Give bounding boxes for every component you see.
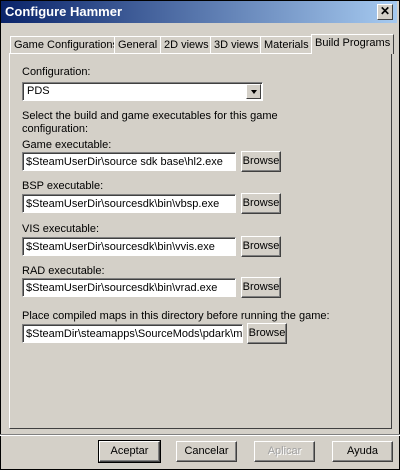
configuration-value: PDS — [27, 85, 50, 97]
rad-executable-field[interactable]: $SteamUserDir\sourcesdk\bin\vrad.exe — [22, 278, 236, 297]
help-button[interactable]: Ayuda — [332, 441, 393, 462]
game-executable-field[interactable]: $SteamUserDir\source sdk base\hl2.exe — [22, 152, 236, 171]
close-icon[interactable]: ✕ — [377, 4, 393, 20]
rad-executable-label: RAD executable: — [22, 265, 105, 277]
tab-general[interactable]: General — [114, 36, 162, 54]
maps-directory-field[interactable]: $SteamDir\steamapps\SourceMods\pdark\map… — [22, 324, 243, 343]
apply-button[interactable]: Aplicar — [254, 441, 315, 462]
tab-game-configurations[interactable]: Game Configurations — [10, 36, 122, 54]
vis-executable-browse-button[interactable]: Browse — [241, 236, 281, 257]
game-executable-label: Game executable: — [22, 139, 112, 151]
tab-2d-views[interactable]: 2D views — [160, 36, 213, 54]
vis-executable-field[interactable]: $SteamUserDir\sourcesdk\bin\vvis.exe — [22, 237, 236, 256]
cancel-button[interactable]: Cancelar — [176, 441, 237, 462]
bsp-executable-browse-button[interactable]: Browse — [241, 193, 281, 214]
rad-executable-browse-button[interactable]: Browse — [241, 277, 281, 298]
tab-3d-views[interactable]: 3D views — [210, 36, 263, 54]
title-bar[interactable]: Configure Hammer ✕ — [1, 1, 397, 23]
maps-directory-label: Place compiled maps in this directory be… — [22, 310, 330, 322]
tab-materials[interactable]: Materials — [260, 36, 313, 54]
game-executable-browse-button[interactable]: Browse — [241, 151, 281, 172]
window-title: Configure Hammer — [5, 4, 123, 19]
bsp-executable-label: BSP executable: — [22, 180, 104, 192]
description-text: Select the build and game executables fo… — [22, 110, 278, 135]
chevron-down-icon[interactable] — [246, 84, 261, 99]
tab-build-programs[interactable]: Build Programs — [311, 34, 395, 54]
accept-button[interactable]: Aceptar — [98, 440, 161, 463]
bsp-executable-field[interactable]: $SteamUserDir\sourcesdk\bin\vbsp.exe — [22, 194, 236, 213]
maps-directory-browse-button[interactable]: Browse — [247, 323, 287, 344]
vis-executable-label: VIS executable: — [22, 223, 100, 235]
configuration-dropdown[interactable]: PDS — [22, 82, 263, 101]
footer-divider — [0, 434, 400, 436]
configuration-label: Configuration: — [22, 66, 91, 78]
